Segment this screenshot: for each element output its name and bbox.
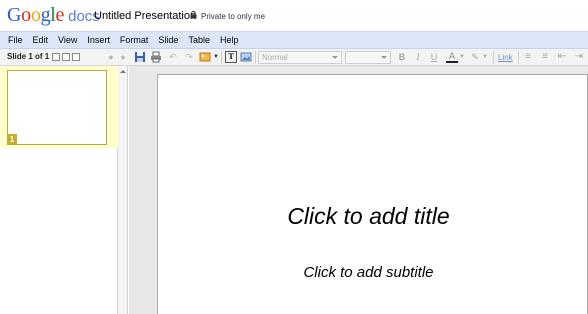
app-header: Google docs Untitled Presentation Privat…	[0, 0, 588, 31]
redo-icon[interactable]: ↷	[183, 51, 195, 63]
chevron-down-icon	[332, 56, 338, 59]
logo-letter: o	[30, 4, 41, 26]
google-logo-text: Google	[7, 4, 64, 27]
style-select-value: Normal	[262, 53, 288, 62]
menu-bar: File Edit View Insert Format Slide Table…	[0, 31, 588, 49]
textbox-icon[interactable]: T	[225, 51, 237, 63]
slide-count: Slide 1 of 1	[7, 52, 50, 61]
menu-file[interactable]: File	[8, 35, 23, 45]
underline-button[interactable]: U	[428, 51, 440, 63]
chevron-down-icon	[381, 56, 387, 59]
italic-button[interactable]: I	[412, 51, 424, 63]
slide-thumbnail-panel: 1	[0, 66, 118, 314]
toolbar: Slide 1 of 1 ● ● ↶ ↷ ▼ T Normal B I U A …	[0, 49, 588, 66]
increase-indent-icon[interactable]: ⇥	[573, 51, 585, 63]
slide-canvas-area: Click to add title Click to add subtitle	[129, 66, 588, 314]
toolbar-divider	[493, 51, 494, 64]
thumbnail-scrollbar[interactable]	[118, 66, 128, 314]
undo-icon[interactable]: ↶	[167, 51, 179, 63]
menu-edit[interactable]: Edit	[33, 35, 49, 45]
menu-view[interactable]: View	[58, 35, 77, 45]
logo-letter: G	[7, 4, 22, 26]
bulleted-list-icon[interactable]: ≡	[539, 51, 551, 63]
font-size-select[interactable]	[345, 51, 391, 64]
slide-thumbnail[interactable]	[7, 70, 107, 145]
chevron-down-icon[interactable]: ▼	[479, 51, 491, 63]
link-button[interactable]: Link	[498, 53, 513, 62]
numbered-list-icon[interactable]: ≡	[522, 51, 534, 63]
bold-button[interactable]: B	[396, 51, 408, 63]
logo-letter: g	[40, 4, 51, 26]
menu-slide[interactable]: Slide	[158, 35, 178, 45]
delete-slide-icon[interactable]	[72, 53, 80, 61]
logo-letter: o	[21, 4, 31, 26]
toolbar-divider	[221, 51, 222, 64]
slide-number-badge: 1	[7, 134, 17, 144]
menu-help[interactable]: Help	[220, 35, 239, 45]
sharing-status[interactable]: Private to only me	[201, 12, 265, 21]
print-icon[interactable]	[150, 51, 162, 63]
menu-insert[interactable]: Insert	[87, 35, 110, 45]
new-slide-icon[interactable]	[52, 53, 60, 61]
menu-table[interactable]: Table	[188, 35, 210, 45]
chevron-down-icon[interactable]: ▼	[456, 51, 468, 63]
slide-canvas[interactable]: Click to add title Click to add subtitle	[157, 74, 588, 314]
slide-subtitle-placeholder[interactable]: Click to add subtitle	[158, 264, 579, 281]
save-icon[interactable]	[134, 51, 146, 63]
style-select[interactable]: Normal	[258, 51, 342, 64]
move-up-icon[interactable]: ●	[105, 51, 117, 63]
decrease-indent-icon[interactable]: ⇤	[556, 51, 568, 63]
move-down-icon[interactable]: ●	[117, 51, 129, 63]
toolbar-divider	[518, 51, 519, 64]
document-title[interactable]: Untitled Presentation	[94, 10, 196, 22]
slide-title-placeholder[interactable]: Click to add title	[158, 203, 579, 230]
google-docs-logo[interactable]: Google docs	[7, 4, 100, 26]
picture-icon[interactable]	[240, 51, 252, 63]
duplicate-slide-icon[interactable]	[62, 53, 70, 61]
scroll-up-icon[interactable]	[120, 70, 126, 73]
menu-format[interactable]: Format	[120, 35, 149, 45]
logo-letter: e	[55, 4, 65, 26]
toolbar-divider	[255, 51, 256, 64]
lock-icon	[190, 11, 197, 19]
